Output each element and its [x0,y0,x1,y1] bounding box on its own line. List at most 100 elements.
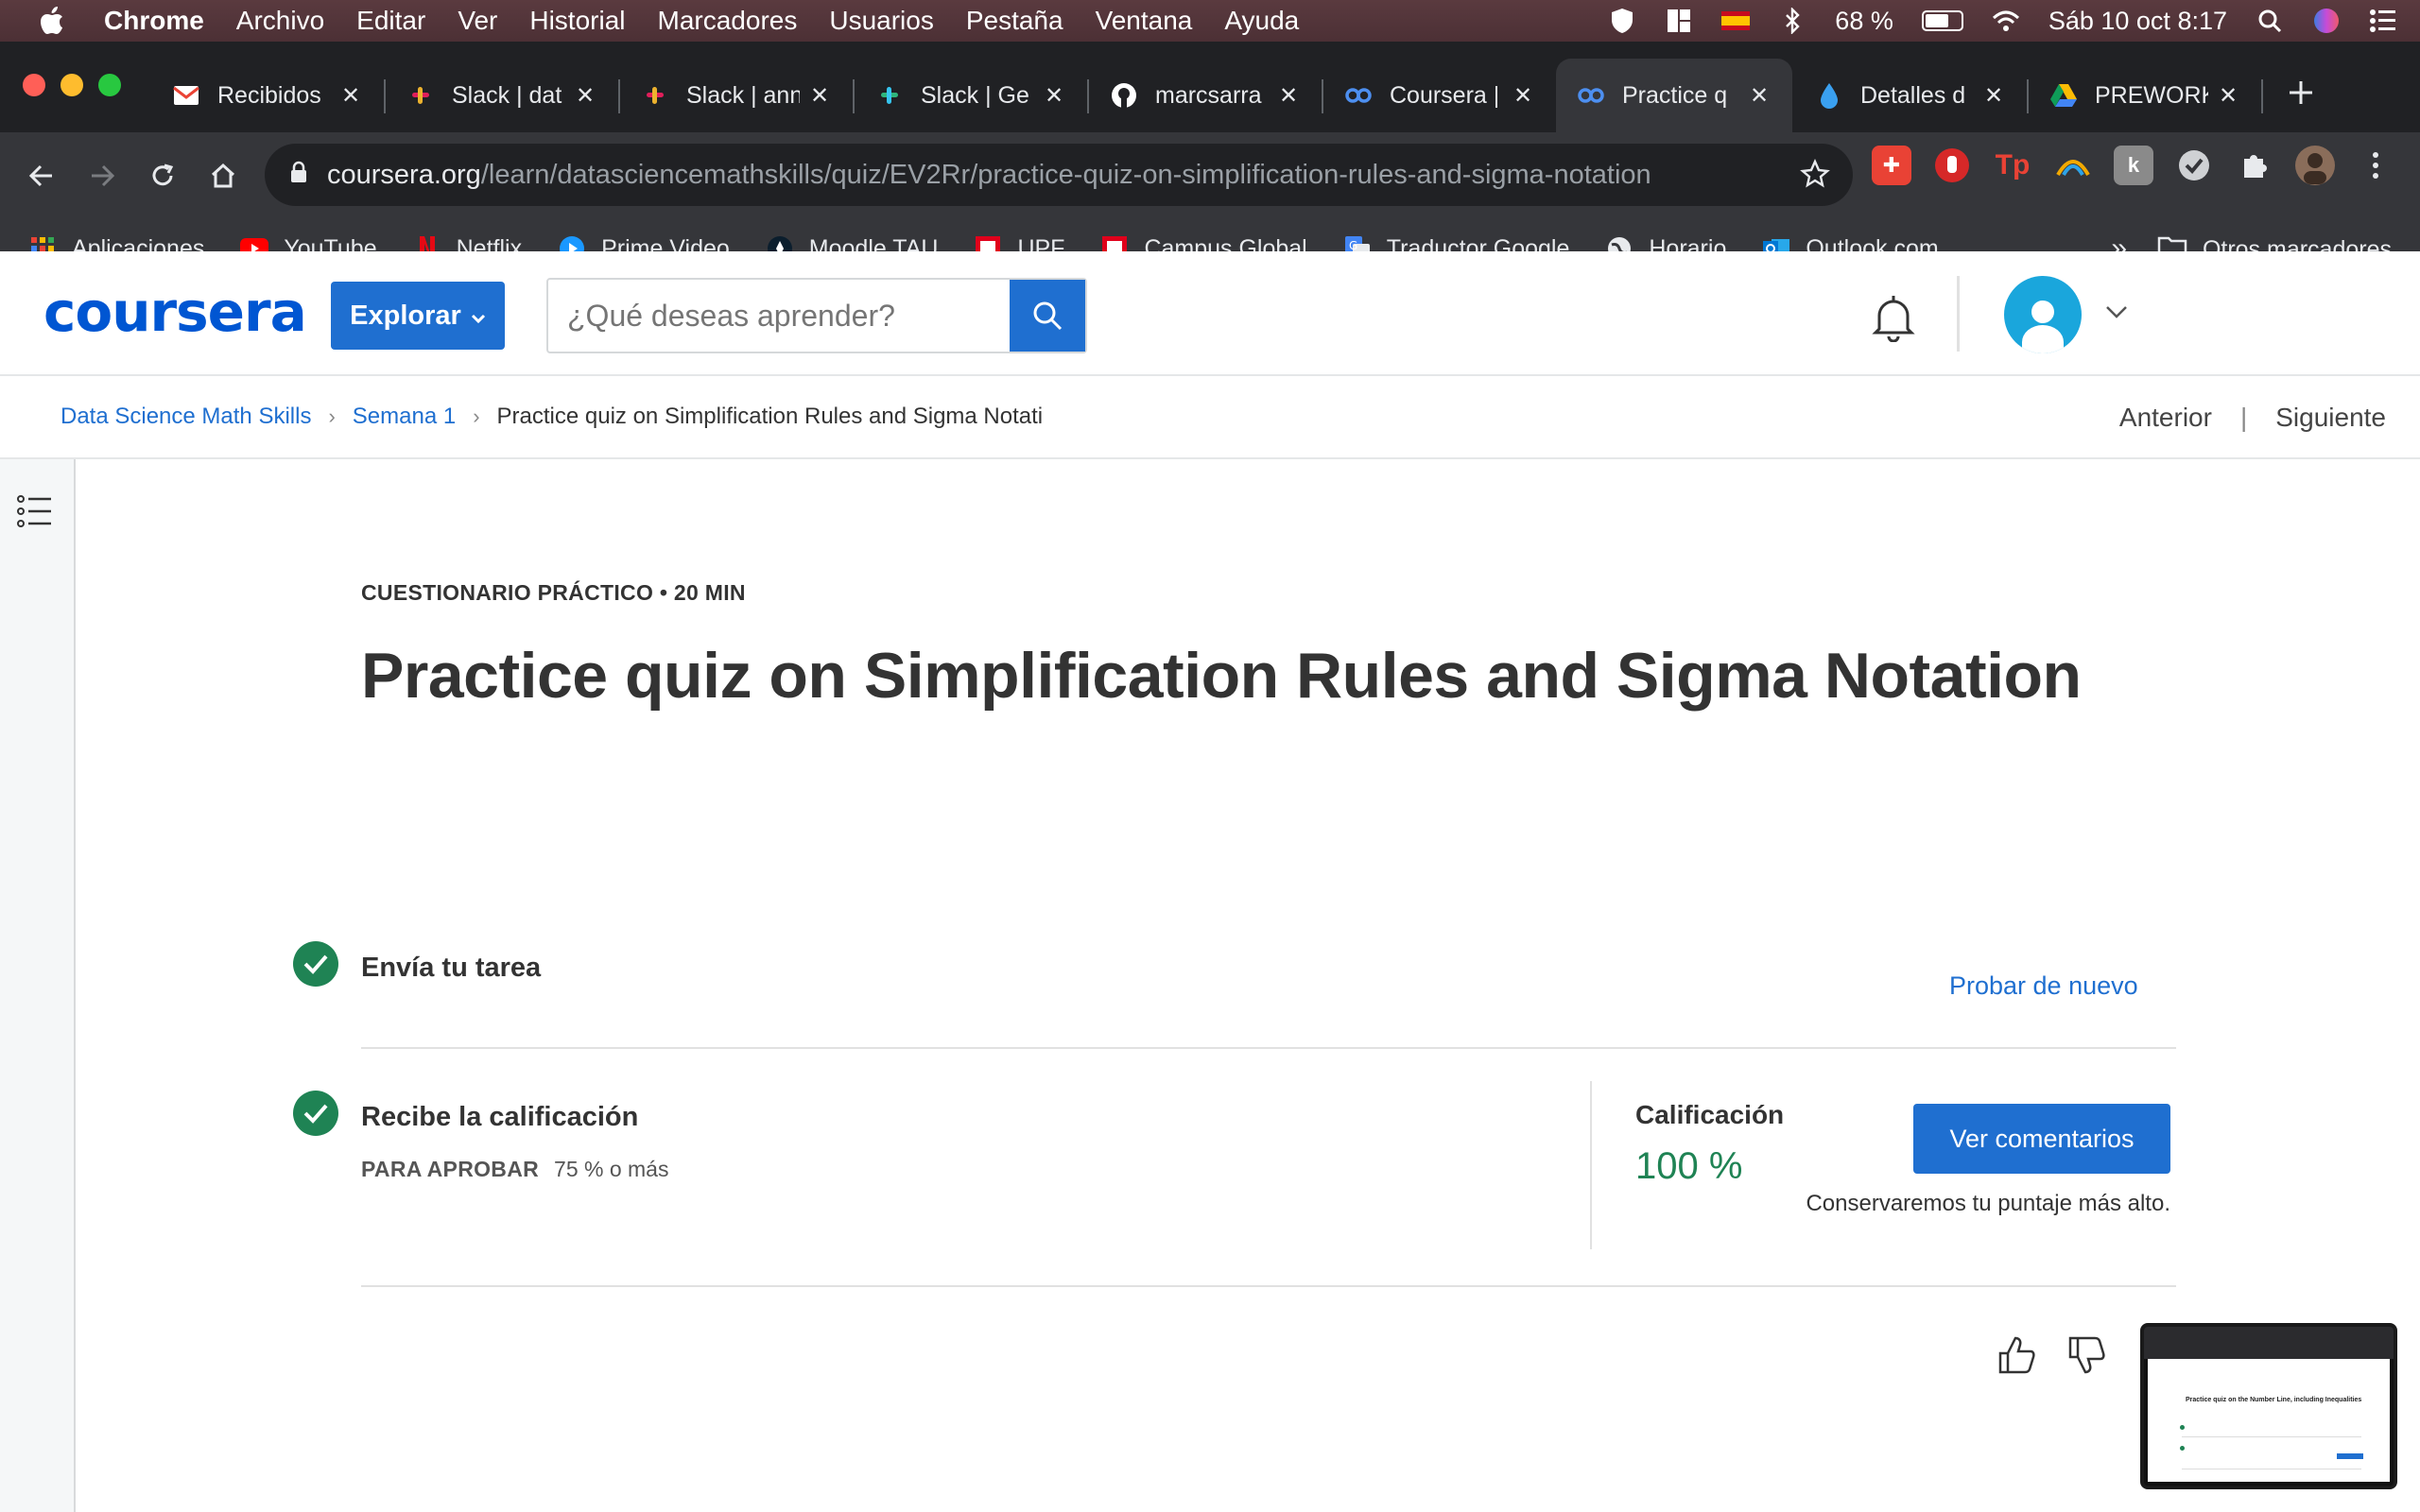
apple-menu-icon[interactable] [0,7,104,35]
breadcrumb-course[interactable]: Data Science Math Skills [60,404,311,430]
extension-rainbow-icon[interactable] [2053,146,2093,185]
menu-ver[interactable]: Ver [458,6,497,36]
tab-slack-3[interactable]: Slack | Ge ✕ [855,59,1087,132]
preview-button [2337,1453,2363,1459]
tab-prework[interactable]: PREWORK ✕ [2029,59,2261,132]
siri-icon[interactable] [2312,8,2341,34]
view-feedback-button[interactable]: Ver comentarios [1913,1104,2170,1174]
step-grade-title: Recibe la calificación [361,1102,639,1132]
explore-button[interactable]: Explorar [331,282,505,350]
tab-slack-2[interactable]: Slack | ann ✕ [620,59,853,132]
previous-link[interactable]: Anterior [2119,403,2212,433]
chrome-menu-icon[interactable] [2356,146,2395,185]
extension-k-icon[interactable]: k [2114,146,2153,185]
new-tab-button[interactable] [2276,68,2325,117]
thumbs-up-icon[interactable] [1996,1334,2036,1381]
search-input[interactable] [548,280,1010,352]
breadcrumb-week[interactable]: Semana 1 [353,404,456,430]
chevron-right-icon: › [328,404,336,428]
reload-button[interactable] [132,146,193,206]
bookmark-star-icon[interactable] [1800,159,1830,197]
tab-gmail[interactable]: Recibidos ✕ [151,59,384,132]
menu-ventana[interactable]: Ventana [1096,6,1193,36]
extensions-puzzle-icon[interactable] [2235,146,2274,185]
battery-level [1925,14,1949,27]
spotlight-search-icon[interactable] [2256,8,2284,34]
menu-marcadores[interactable]: Marcadores [658,6,798,36]
menu-archivo[interactable]: Archivo [236,6,324,36]
extension-plus-icon[interactable]: ✚ [1872,146,1911,185]
menu-app-name[interactable]: Chrome [104,6,204,36]
close-tab-icon[interactable]: ✕ [338,82,363,110]
menu-editar[interactable]: Editar [356,6,425,36]
control-center-icon[interactable] [2369,8,2397,34]
minimize-window-button[interactable] [60,74,83,96]
tab-detalles[interactable]: Detalles d ✕ [1794,59,2027,132]
breadcrumb: Data Science Math Skills › Semana 1 › Pr… [0,376,2420,459]
next-link[interactable]: Siguiente [2275,403,2386,433]
menu-pestana[interactable]: Pestaña [966,6,1063,36]
breadcrumb-current: Practice quiz on Simplification Rules an… [496,404,1044,429]
coursera-logo[interactable]: coursera [43,280,307,344]
coursera-header: coursera Explorar [0,251,2420,376]
close-tab-icon[interactable]: ✕ [1511,82,1535,110]
slack-icon [875,81,904,110]
back-button[interactable] [11,146,72,206]
close-window-button[interactable] [23,74,45,96]
extension-tp-icon[interactable]: Tp [1993,146,2032,185]
close-tab-icon[interactable]: ✕ [573,82,597,110]
close-tab-icon[interactable]: ✕ [1747,82,1772,110]
search-icon [1033,301,1063,331]
home-button[interactable] [193,146,253,206]
preview-title: Practice quiz on the Number Line, includ… [2186,1397,2362,1403]
close-tab-icon[interactable]: ✕ [1042,82,1066,110]
tab-github[interactable]: marcsarra ✕ [1089,59,1322,132]
gmail-icon [172,81,200,110]
window-layout-icon[interactable] [1665,8,1693,34]
url-host: coursera.org [327,159,481,190]
tab-slack-1[interactable]: Slack | dat ✕ [386,59,618,132]
search-button[interactable] [1010,280,1085,352]
close-tab-icon[interactable]: ✕ [2216,82,2240,110]
extension-hand-icon[interactable] [1932,146,1972,185]
close-tab-icon[interactable]: ✕ [1276,82,1301,110]
zoom-window-button[interactable] [98,74,121,96]
bluetooth-icon[interactable] [1778,8,1806,34]
slack-icon [641,81,669,110]
screenshot-preview-thumbnail[interactable]: Practice quiz on the Number Line, includ… [2140,1323,2397,1489]
macos-menu-bar: Chrome Archivo Editar Ver Historial Marc… [0,0,2420,42]
tab-practice-quiz[interactable]: Practice q ✕ [1556,59,1792,132]
close-tab-icon[interactable]: ✕ [807,82,832,110]
extension-check-circle-icon[interactable] [2174,146,2214,185]
profile-avatar-icon[interactable] [2295,146,2335,185]
address-bar[interactable]: coursera.org/learn/datasciencemathskills… [265,144,1853,206]
wifi-icon[interactable] [1992,8,2020,34]
menu-historial[interactable]: Historial [529,6,625,36]
coursera-icon [1344,81,1373,110]
tab-title: Slack | Ge [921,81,1029,109]
spain-flag-icon[interactable] [1721,8,1751,34]
slack-icon [406,81,435,110]
close-tab-icon[interactable]: ✕ [1981,82,2006,110]
course-outline-list-icon[interactable] [17,493,53,534]
forward-button[interactable] [72,146,132,206]
tab-coursera[interactable]: Coursera | ✕ [1323,59,1556,132]
battery-icon[interactable] [1921,10,1963,31]
user-avatar[interactable] [2004,276,2082,353]
explore-label: Explorar [350,300,461,331]
quiz-main: CUESTIONARIO PRÁCTICO • 20 MIN Practice … [78,461,2420,1512]
lock-icon[interactable] [289,160,308,191]
browser-toolbar: coursera.org/learn/datasciencemathskills… [0,132,2420,219]
tab-title: Slack | ann [686,81,800,109]
menu-usuarios[interactable]: Usuarios [829,6,933,36]
account-chevron-down-icon[interactable] [2104,304,2129,324]
retry-link[interactable]: Probar de nuevo [1949,971,2138,1001]
tab-title: Detalles d [1860,81,1966,109]
menu-ayuda[interactable]: Ayuda [1224,6,1299,36]
extensions-row: ✚ Tp k [1872,146,2395,185]
step-complete-check-icon [293,1091,338,1136]
shield-icon[interactable] [1608,8,1636,34]
clock[interactable]: Sáb 10 oct 8:17 [2048,7,2227,36]
notifications-bell-icon[interactable] [1870,293,1917,347]
thumbs-down-icon[interactable] [2066,1334,2106,1381]
